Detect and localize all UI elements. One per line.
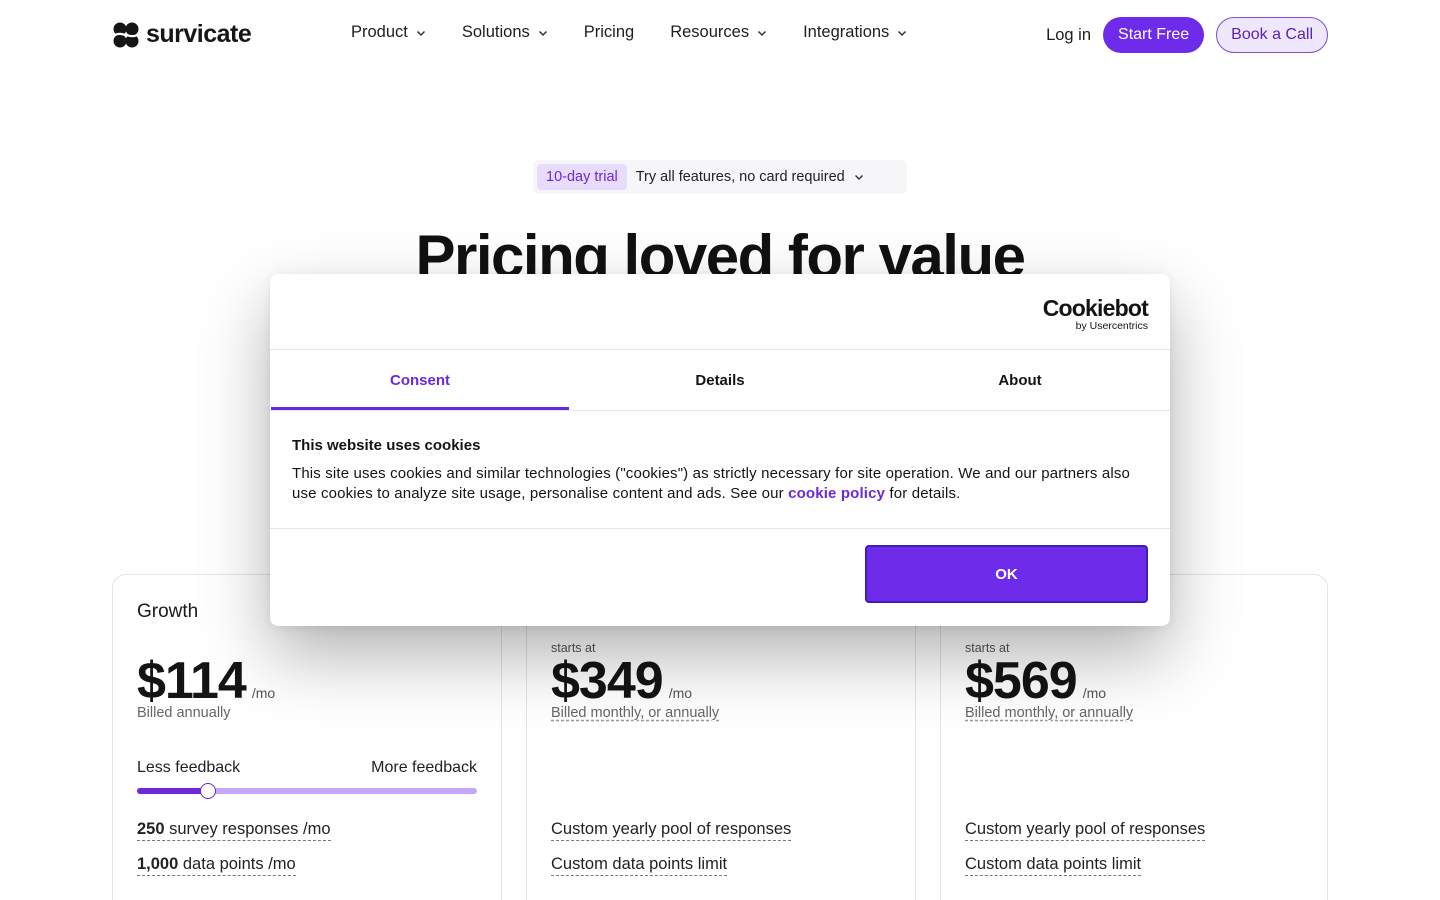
tab-about[interactable]: About bbox=[870, 350, 1170, 410]
slider-fill bbox=[137, 788, 209, 794]
cookie-text-before: This site uses cookies and similar techn… bbox=[292, 465, 1130, 502]
nav-pricing[interactable]: Pricing bbox=[584, 23, 634, 42]
cookie-description: This site uses cookies and similar techn… bbox=[292, 464, 1148, 504]
site-header: survicate Product Solutions Pricing Reso… bbox=[0, 0, 1440, 70]
price-unit: /mo bbox=[251, 685, 276, 701]
nav-product-label: Product bbox=[351, 23, 408, 41]
cookie-footer: OK bbox=[270, 528, 1170, 626]
trial-badge: 10-day trial bbox=[537, 164, 627, 190]
survicate-logo-icon bbox=[113, 22, 139, 47]
chevron-down-icon bbox=[538, 30, 547, 36]
nav-solutions-label: Solutions bbox=[461, 23, 530, 41]
feedback-slider[interactable] bbox=[137, 783, 477, 799]
cookie-text-after: for details. bbox=[885, 485, 961, 502]
slider-labels: Less feedback More feedback bbox=[137, 759, 477, 777]
tab-details[interactable]: Details bbox=[570, 350, 870, 410]
price-unit: /mo bbox=[668, 685, 693, 701]
ok-button[interactable]: OK bbox=[865, 545, 1148, 603]
cookiebot-wordmark: Cookiebot bbox=[1042, 295, 1149, 321]
chevron-down-icon bbox=[854, 175, 863, 180]
nav-resources[interactable]: Resources bbox=[670, 23, 767, 42]
feature-responses: Custom yearly pool of responses bbox=[551, 820, 792, 841]
feature-data-points: Custom data points limit bbox=[551, 855, 728, 876]
slider-min-label: Less feedback bbox=[137, 759, 241, 776]
tab-consent[interactable]: Consent bbox=[270, 350, 570, 410]
cookie-tabs: Consent Details About bbox=[270, 349, 1170, 411]
trial-text: Try all features, no card required bbox=[635, 169, 845, 185]
billing-note: Billed monthly, or annually bbox=[551, 705, 720, 721]
chevron-down-icon bbox=[898, 30, 907, 36]
nav-integrations[interactable]: Integrations bbox=[803, 23, 907, 42]
login-link[interactable]: Log in bbox=[1046, 26, 1091, 45]
feature-data-points: Custom data points limit bbox=[965, 855, 1142, 876]
slider-max-label: More feedback bbox=[371, 759, 477, 776]
slider-handle[interactable] bbox=[200, 783, 217, 799]
feature-responses-count: 250 bbox=[137, 820, 165, 838]
nav-product[interactable]: Product bbox=[351, 23, 426, 42]
trial-banner[interactable]: 10-day trial Try all features, no card r… bbox=[533, 160, 907, 194]
price-amount: $569 bbox=[965, 652, 1078, 710]
feature-responses-label: survey responses /mo bbox=[164, 820, 331, 838]
cookiebot-logo: Cookiebot by Usercentrics bbox=[1042, 295, 1149, 332]
cookie-consent-dialog: Cookiebot by Usercentrics Consent Detail… bbox=[270, 274, 1170, 626]
feature-data-points-count: 1,000 bbox=[137, 855, 179, 873]
brand-name: survicate bbox=[146, 20, 252, 48]
plan-price: $569 /mo bbox=[965, 651, 1106, 711]
start-free-button[interactable]: Start Free bbox=[1103, 17, 1205, 53]
nav-integrations-label: Integrations bbox=[803, 23, 890, 41]
nav-pricing-label: Pricing bbox=[583, 23, 635, 41]
feature-data-points: 1,000 data points /mo bbox=[137, 855, 296, 876]
plan-name: Growth bbox=[137, 601, 199, 622]
plan-price: $114 /mo bbox=[137, 651, 275, 711]
feature-data-points-label: data points /mo bbox=[178, 855, 296, 873]
brand-logo[interactable]: survicate bbox=[112, 20, 252, 49]
nav-resources-label: Resources bbox=[670, 23, 750, 41]
billing-note: Billed annually bbox=[137, 705, 231, 721]
cookie-heading: This website uses cookies bbox=[292, 437, 481, 454]
auth-actions: Log in Start Free Book a Call bbox=[1046, 17, 1328, 53]
chevron-down-icon bbox=[416, 30, 425, 36]
book-call-button[interactable]: Book a Call bbox=[1216, 17, 1328, 53]
feature-responses: Custom yearly pool of responses bbox=[965, 820, 1206, 841]
chevron-down-icon bbox=[758, 30, 767, 36]
price-amount: $114 bbox=[137, 652, 247, 710]
price-amount: $349 bbox=[551, 652, 664, 710]
nav-solutions[interactable]: Solutions bbox=[462, 23, 548, 42]
main-nav: Product Solutions Pricing Resources Inte… bbox=[351, 23, 943, 42]
cookie-policy-link[interactable]: cookie policy bbox=[788, 485, 885, 502]
feature-responses: 250 survey responses /mo bbox=[137, 820, 331, 841]
price-unit: /mo bbox=[1082, 685, 1107, 701]
plan-price: $349 /mo bbox=[551, 651, 692, 711]
billing-note: Billed monthly, or annually bbox=[965, 705, 1134, 721]
cookiebot-byline: by Usercentrics bbox=[1075, 320, 1148, 332]
